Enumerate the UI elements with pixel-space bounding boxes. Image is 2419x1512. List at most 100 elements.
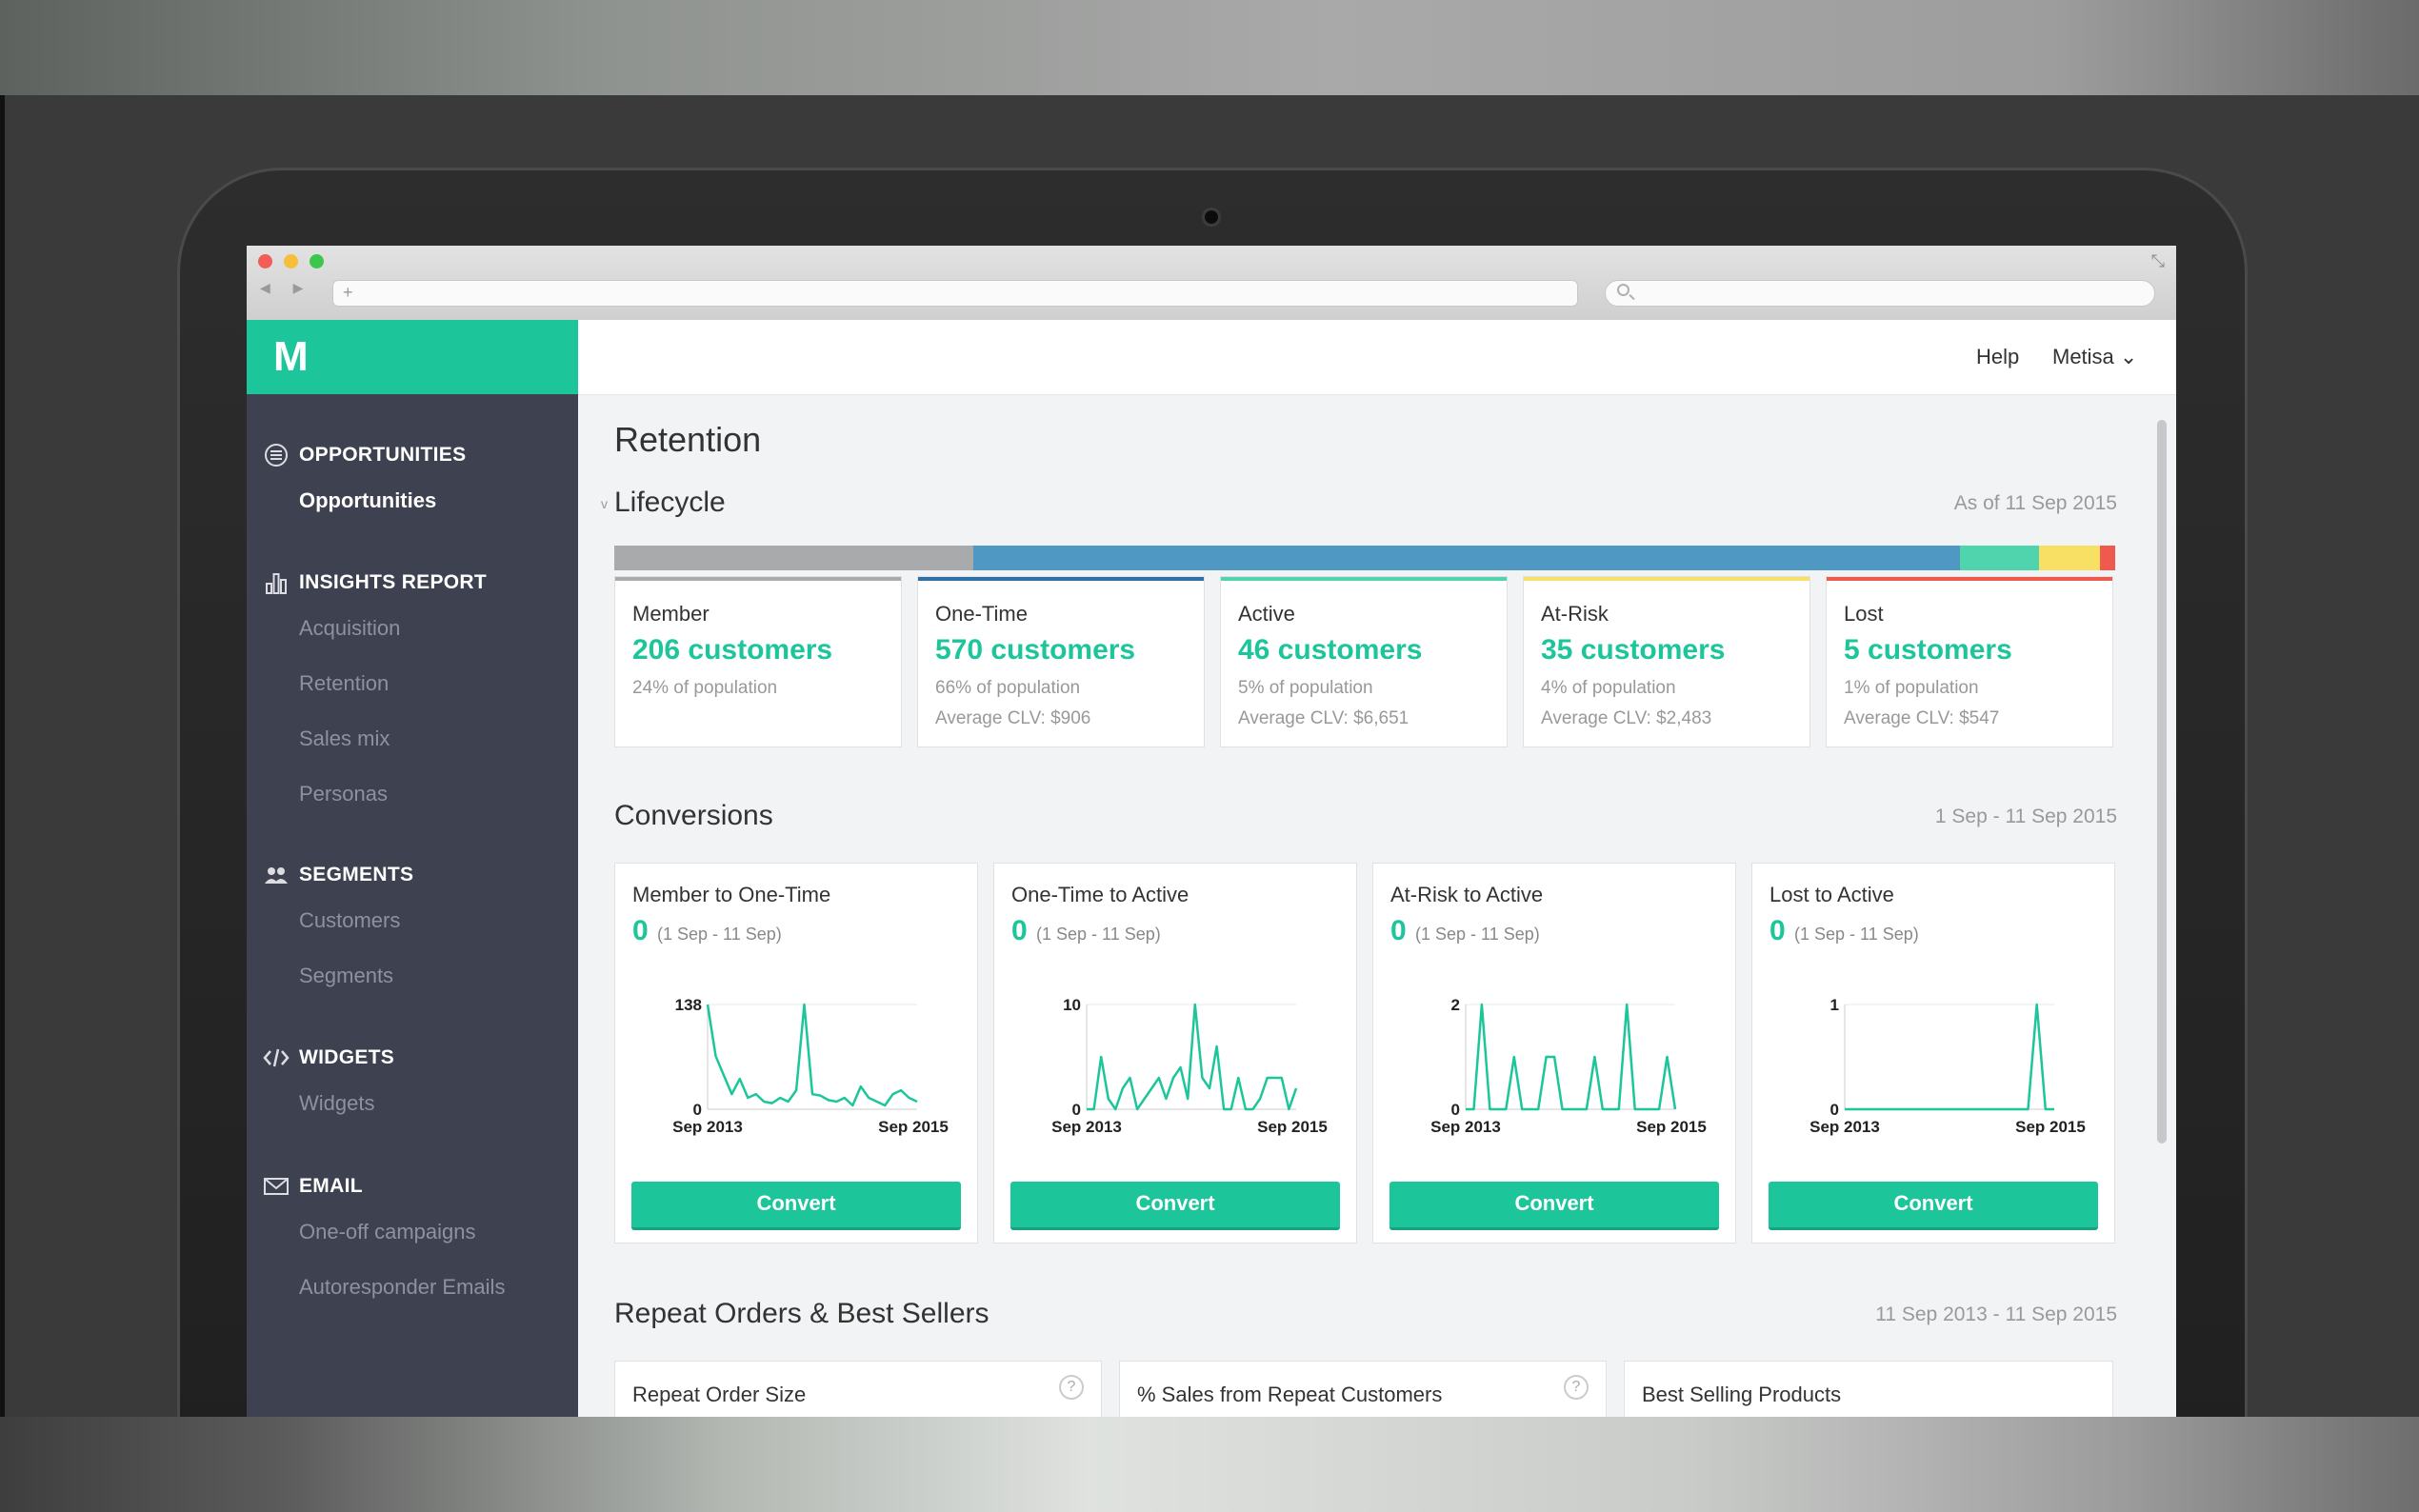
conversion-card: Member to One-Time 0 (1 Sep - 11 Sep) 13… bbox=[614, 863, 978, 1243]
lifecycle-card[interactable]: Member 206 customers 24% of population bbox=[614, 576, 902, 747]
y-min-label: 0 bbox=[1451, 1101, 1460, 1119]
lifecycle-card[interactable]: Active 46 customers 5% of population Ave… bbox=[1220, 576, 1508, 747]
lifecycle-stage-name: At-Risk bbox=[1541, 602, 1609, 626]
conversion-card: Lost to Active 0 (1 Sep - 11 Sep) 1 0 Sep … bbox=[1751, 863, 2115, 1243]
scrollbar[interactable] bbox=[2157, 420, 2167, 1144]
conversions-heading: Conversions bbox=[614, 800, 773, 831]
lifecycle-population-share: 66% of population bbox=[935, 678, 1081, 698]
top-bar: Help Metisa ⌄ bbox=[578, 320, 2176, 395]
minimize-window-button[interactable] bbox=[284, 254, 298, 269]
conversion-period: (1 Sep - 11 Sep) bbox=[1415, 925, 1540, 944]
sidebar-section-title: INSIGHTS REPORT bbox=[299, 571, 488, 593]
sidebar-item-one-off-campaigns[interactable]: One-off campaigns bbox=[299, 1220, 475, 1244]
conversion-title: At-Risk to Active bbox=[1390, 883, 1544, 906]
lifecycle-card-accent bbox=[1827, 577, 2112, 581]
sparkline-svg: 138 0Sep 2013 Sep 2015 bbox=[672, 996, 949, 1136]
sidebar-section-title: OPPORTUNITIES bbox=[299, 444, 467, 466]
conversion-chart: 10 0 Sep 2013 Sep 2015 bbox=[994, 978, 1358, 1159]
convert-button[interactable]: Convert bbox=[1769, 1182, 2098, 1230]
backdrop-edge bbox=[0, 95, 5, 1417]
y-max-label: 2 bbox=[1451, 996, 1460, 1014]
browser-search-field[interactable] bbox=[1605, 280, 2155, 307]
sidebar-section-title: WIDGETS bbox=[299, 1046, 395, 1068]
logo[interactable]: M bbox=[273, 333, 309, 381]
sidebar-item-sales-mix[interactable]: Sales mix bbox=[299, 726, 390, 751]
help-link[interactable]: Help bbox=[1976, 345, 2019, 369]
zoom-window-button[interactable] bbox=[310, 254, 324, 269]
x-end-label: Sep 2015 bbox=[878, 1118, 949, 1136]
series-line bbox=[1087, 1003, 1298, 1111]
lifecycle-bar-segment bbox=[2100, 546, 2115, 570]
convert-button[interactable]: Convert bbox=[1389, 1182, 1719, 1230]
y-min-label: 0 bbox=[1830, 1101, 1839, 1119]
user-name: Metisa bbox=[2052, 345, 2114, 368]
sidebar-item-personas[interactable]: Personas bbox=[299, 782, 388, 806]
lifecycle-card[interactable]: Lost 5 customers 1% of population Averag… bbox=[1826, 576, 2113, 747]
lifecycle-customer-count: 5 customers bbox=[1844, 634, 2012, 666]
new-tab-icon[interactable]: + bbox=[343, 283, 353, 303]
x-end-label: Sep 2015 bbox=[1636, 1118, 1707, 1136]
conversion-chart: 138 0 Sep 2013 Sep 2015 bbox=[615, 978, 979, 1159]
sidebar-section-title: SEGMENTS bbox=[299, 864, 414, 885]
convert-button[interactable]: Convert bbox=[631, 1182, 961, 1230]
convert-button[interactable]: Convert bbox=[1010, 1182, 1340, 1230]
repeat-orders-heading: Repeat Orders & Best Sellers bbox=[614, 1298, 990, 1329]
bar-chart-icon bbox=[263, 569, 290, 596]
sidebar-item-opportunities[interactable]: Opportunities bbox=[299, 488, 436, 513]
lifecycle-card-accent bbox=[918, 577, 1204, 581]
backdrop-bottom bbox=[0, 1417, 2419, 1512]
sidebar-item-autoresponder-emails[interactable]: Autoresponder Emails bbox=[299, 1275, 505, 1300]
x-start-label: Sep 2013 bbox=[1051, 1118, 1122, 1136]
sidebar-item-segments[interactable]: Segments bbox=[299, 964, 393, 988]
sparkline-svg: 1 0Sep 2013 Sep 2015 bbox=[1809, 996, 2086, 1136]
address-bar[interactable]: + bbox=[332, 280, 1578, 307]
chevron-down-icon: ⌄ bbox=[2119, 345, 2138, 368]
conversion-title: Member to One-Time bbox=[632, 883, 831, 906]
lifecycle-card[interactable]: One-Time 570 customers 66% of population… bbox=[917, 576, 1205, 747]
lifecycle-card-accent bbox=[1524, 577, 1809, 581]
lifecycle-card-accent bbox=[615, 577, 901, 581]
y-max-label: 10 bbox=[1063, 996, 1081, 1014]
conversion-period: (1 Sep - 11 Sep) bbox=[1036, 925, 1161, 944]
close-window-button[interactable] bbox=[258, 254, 272, 269]
sidebar-item-widgets[interactable]: Widgets bbox=[299, 1091, 374, 1116]
series-line bbox=[1466, 1003, 1677, 1111]
fullscreen-icon[interactable]: ⤡ bbox=[2151, 251, 2165, 271]
y-min-label: 0 bbox=[1072, 1101, 1081, 1119]
code-icon bbox=[263, 1044, 290, 1071]
logo-area[interactable]: M bbox=[247, 320, 578, 394]
sidebar-item-retention[interactable]: Retention bbox=[299, 671, 389, 696]
camera-icon bbox=[1202, 208, 1221, 227]
lifecycle-card[interactable]: At-Risk 35 customers 4% of population Av… bbox=[1523, 576, 1810, 747]
y-max-label: 1 bbox=[1830, 996, 1839, 1014]
help-icon[interactable]: ? bbox=[1564, 1375, 1589, 1400]
envelope-icon bbox=[263, 1173, 290, 1200]
conversion-period: (1 Sep - 11 Sep) bbox=[1794, 925, 1919, 944]
sidebar-item-customers[interactable]: Customers bbox=[299, 908, 400, 933]
lifecycle-population-share: 1% of population bbox=[1844, 678, 1979, 698]
list-icon bbox=[263, 442, 290, 468]
main-content: Retention v Lifecycle As of 11 Sep 2015 … bbox=[578, 395, 2176, 1417]
lifecycle-distribution-bar bbox=[614, 546, 2115, 570]
repeat-card-title: Repeat Order Size bbox=[632, 1383, 807, 1406]
lifecycle-population-share: 24% of population bbox=[632, 678, 778, 698]
help-icon[interactable]: ? bbox=[1059, 1375, 1084, 1400]
y-max-label: 138 bbox=[675, 996, 702, 1014]
backdrop-top bbox=[0, 0, 2419, 95]
sidebar-section-title: EMAIL bbox=[299, 1175, 363, 1197]
conversion-title: One-Time to Active bbox=[1011, 883, 1190, 906]
user-menu[interactable]: Metisa ⌄ bbox=[2052, 345, 2137, 369]
x-start-label: Sep 2013 bbox=[1430, 1118, 1501, 1136]
lifecycle-bar-segment bbox=[614, 546, 973, 570]
lifecycle-date: As of 11 Sep 2015 bbox=[1953, 492, 2117, 514]
back-forward-icon[interactable]: ◀ ▶ bbox=[260, 280, 312, 296]
lifecycle-stage-name: Lost bbox=[1844, 602, 1884, 626]
y-min-label: 0 bbox=[693, 1101, 702, 1119]
conversion-chart: 2 0 Sep 2013 Sep 2015 bbox=[1373, 978, 1737, 1159]
sidebar-item-acquisition[interactable]: Acquisition bbox=[299, 616, 400, 641]
conversion-card: One-Time to Active 0 (1 Sep - 11 Sep) 10… bbox=[993, 863, 1357, 1243]
lifecycle-average-clv: Average CLV: $6,651 bbox=[1238, 708, 1409, 728]
repeat-card-title: % Sales from Repeat Customers bbox=[1137, 1383, 1443, 1406]
lifecycle-customer-count: 35 customers bbox=[1541, 634, 1726, 666]
collapse-caret-icon[interactable]: v bbox=[601, 496, 608, 511]
